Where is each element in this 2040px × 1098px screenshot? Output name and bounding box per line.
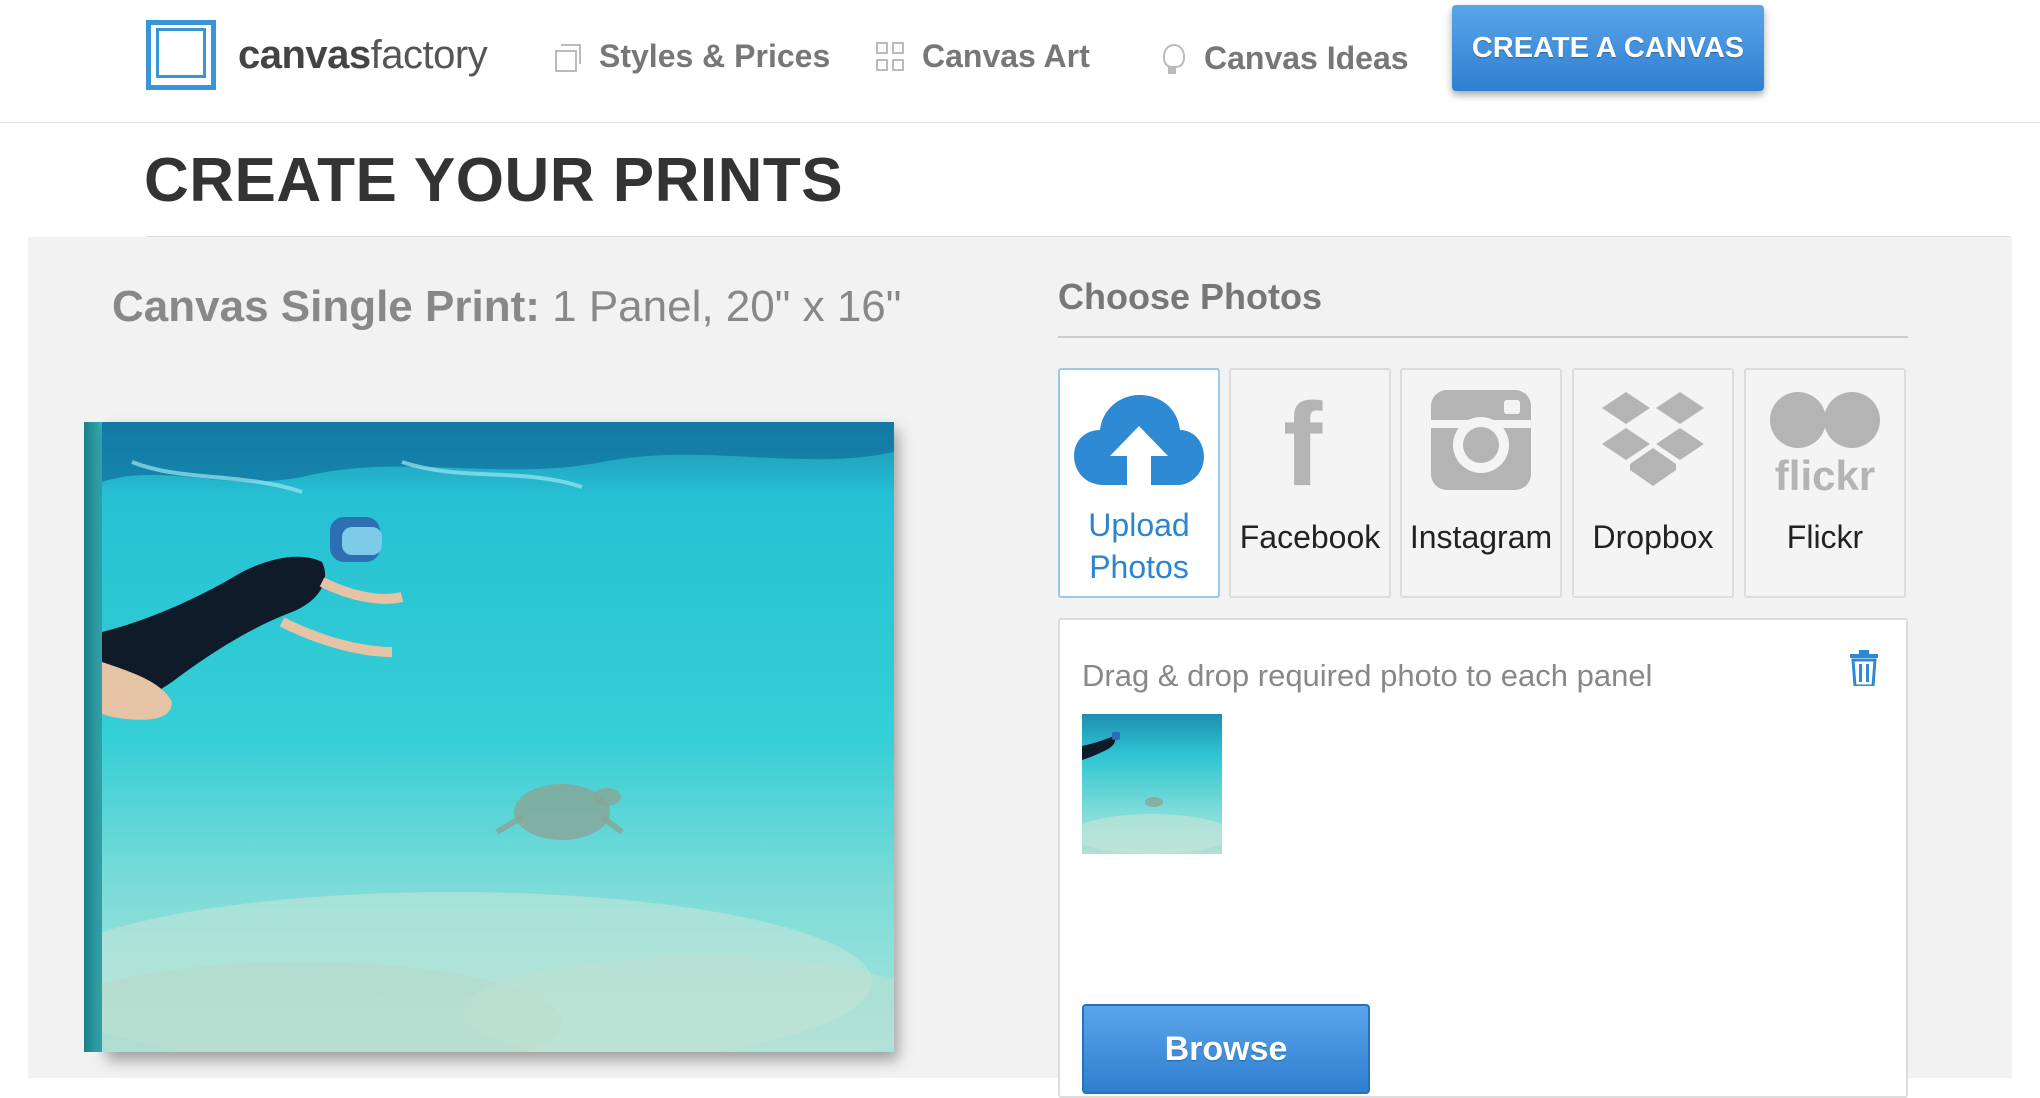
product-summary: Canvas Single Print: 1 Panel, 20" x 16" <box>112 282 901 332</box>
divider <box>1058 336 1908 338</box>
source-flickr[interactable]: flickr Flickr <box>1744 368 1906 598</box>
choose-photos-title: Choose Photos <box>1058 276 1323 317</box>
nav-label: Styles & Prices <box>599 38 831 74</box>
page-title: CREATE YOUR PRINTS <box>144 146 844 215</box>
nav-styles-prices[interactable]: Styles & Prices <box>553 38 830 75</box>
source-instagram[interactable]: Instagram <box>1400 368 1562 598</box>
canvas-photo <box>102 422 894 1052</box>
logo-text: canvasfactory <box>238 32 488 77</box>
logo[interactable]: canvasfactory <box>146 20 488 90</box>
source-label: Instagram <box>1409 519 1553 555</box>
source-upload-photos[interactable]: Upload Photos <box>1058 368 1220 598</box>
source-dropbox[interactable]: Dropbox <box>1572 368 1734 598</box>
facebook-icon: f <box>1283 379 1323 511</box>
lightbulb-icon <box>1158 43 1188 74</box>
source-label: Flickr <box>1786 519 1864 555</box>
flickr-icon: flickr <box>1760 390 1890 500</box>
product-name: Canvas Single Print: <box>112 282 540 331</box>
dropzone-instruction: Drag & drop required photo to each panel <box>1082 658 1653 693</box>
instagram-icon <box>1416 390 1546 500</box>
source-label: Upload Photos <box>1088 507 1190 585</box>
photo-dropzone[interactable]: Drag & drop required photo to each panel <box>1058 618 1908 1098</box>
source-facebook[interactable]: f Facebook <box>1229 368 1391 598</box>
nav-label: Canvas Art <box>922 38 1090 74</box>
nav-canvas-ideas[interactable]: Canvas Ideas <box>1158 40 1409 77</box>
trash-icon[interactable] <box>1850 650 1878 688</box>
cloud-upload-icon <box>1074 390 1204 500</box>
nav-canvas-art[interactable]: Canvas Art <box>876 38 1090 75</box>
canvas-preview[interactable] <box>84 422 894 1052</box>
photo-thumbnail[interactable] <box>1082 714 1222 854</box>
product-spec: 1 Panel, 20" x 16" <box>552 282 902 331</box>
logo-icon <box>146 20 216 90</box>
grid-icon <box>876 41 906 72</box>
site-header: canvasfactory Styles & Prices Canvas Art… <box>0 0 2040 123</box>
dropbox-icon <box>1588 390 1718 500</box>
create-canvas-button[interactable]: CREATE A CANVAS <box>1452 5 1764 91</box>
browse-button[interactable]: Browse <box>1082 1004 1370 1094</box>
source-label: Facebook <box>1239 519 1381 555</box>
squares-icon <box>553 42 583 72</box>
nav-label: Canvas Ideas <box>1204 40 1409 76</box>
source-label: Dropbox <box>1592 519 1714 555</box>
